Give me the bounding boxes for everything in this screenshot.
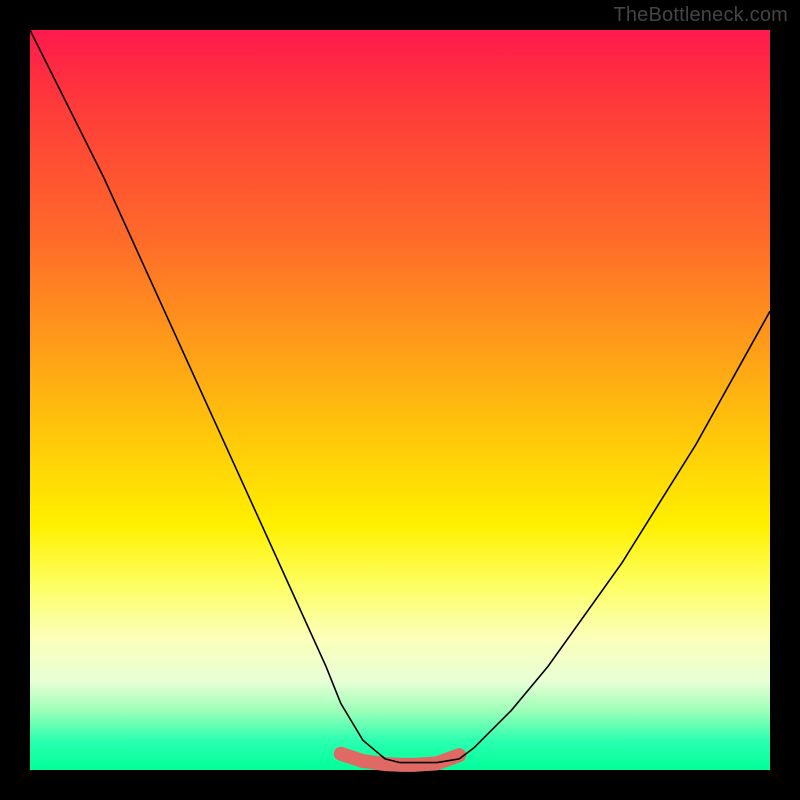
bottleneck-curve <box>30 30 770 763</box>
chart-frame: TheBottleneck.com <box>0 0 800 800</box>
curve-layer <box>30 30 770 770</box>
watermark-label: TheBottleneck.com <box>613 4 788 27</box>
plot-area <box>30 30 770 770</box>
